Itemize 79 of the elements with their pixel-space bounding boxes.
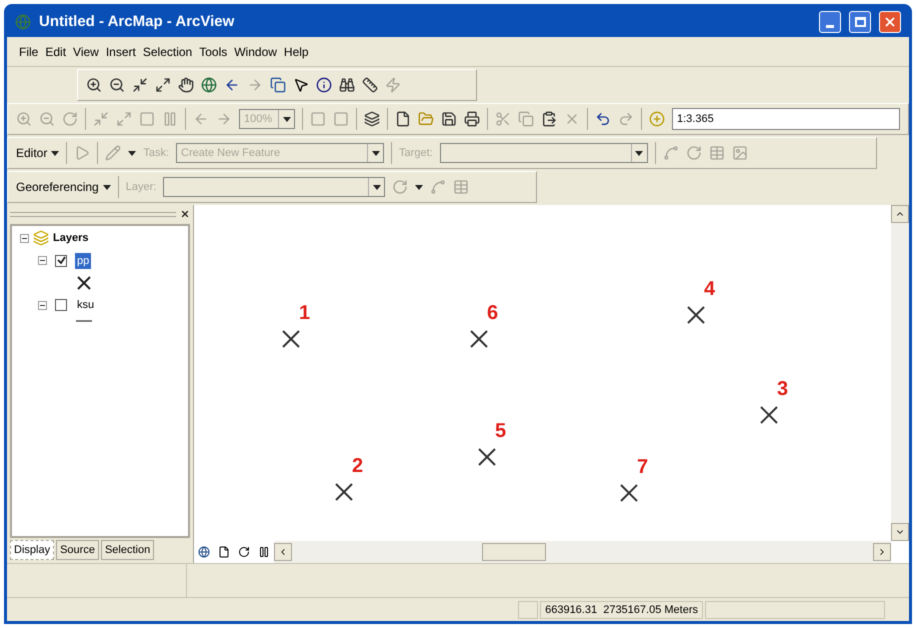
point-label: 5 <box>495 421 506 441</box>
dropdown-arrow-icon <box>51 150 60 156</box>
point-marker-icon <box>619 483 639 503</box>
point-marker-icon <box>686 305 706 325</box>
dropdown-arrow-icon <box>372 184 381 190</box>
scroll-thumb[interactable] <box>482 543 546 561</box>
dropdown-arrow-icon <box>102 184 111 190</box>
menu-item[interactable]: Edit <box>45 42 66 60</box>
dropdown-arrow-icon <box>128 150 136 156</box>
target-label: Target: <box>399 146 433 161</box>
checkbox[interactable] <box>55 299 67 312</box>
dropdown-arrow-icon <box>372 150 380 156</box>
zoom-out-icon[interactable] <box>109 77 125 93</box>
menu-item[interactable]: View <box>73 42 99 60</box>
coordinates-text: 663916.31 2735167.05 Meters <box>540 600 703 618</box>
refresh-icon[interactable] <box>238 546 250 558</box>
close-button[interactable] <box>879 11 901 33</box>
close-icon[interactable] <box>180 209 190 219</box>
point-label: 2 <box>352 456 364 476</box>
status-panel <box>518 600 538 618</box>
horizontal-scrollbar[interactable] <box>274 541 891 563</box>
menu-item[interactable]: Tools <box>199 42 228 60</box>
collapse-icon[interactable] <box>38 256 47 266</box>
maximize-button[interactable] <box>849 11 871 33</box>
dropdown-arrow-icon <box>282 116 290 122</box>
point-marker-icon <box>469 329 489 349</box>
undo-icon[interactable] <box>595 111 611 127</box>
window-title: Untitled - ArcMap - ArcView <box>39 12 236 32</box>
point-symbol-icon <box>76 275 92 291</box>
open-folder-icon[interactable] <box>418 111 434 127</box>
zoom-in-icon[interactable] <box>86 77 102 93</box>
tab[interactable]: Source <box>56 540 99 560</box>
tree-item[interactable]: ksu <box>75 297 96 314</box>
point-marker-icon <box>334 482 354 502</box>
collapse-icon[interactable] <box>20 234 29 243</box>
new-document-icon[interactable] <box>395 111 411 127</box>
point-label: 6 <box>487 303 498 323</box>
tree-item[interactable]: pp <box>75 252 92 269</box>
save-icon[interactable] <box>441 111 457 127</box>
close-icon <box>883 15 897 29</box>
point-marker-icon <box>759 405 779 425</box>
vertical-scrollbar[interactable] <box>891 205 909 541</box>
menu-item[interactable]: File <box>19 42 38 60</box>
menu-item[interactable]: Help <box>284 42 309 60</box>
dropdown-arrow-icon <box>415 184 424 190</box>
point-marker-icon <box>477 447 497 467</box>
print-icon[interactable] <box>464 111 480 127</box>
tab[interactable]: Selection <box>100 540 154 560</box>
measure-icon[interactable] <box>362 77 378 93</box>
find-icon[interactable] <box>339 77 355 93</box>
menu-item[interactable]: Selection <box>142 42 192 60</box>
collapse-icon[interactable] <box>38 300 47 310</box>
point-label: 1 <box>299 303 310 323</box>
tree-item[interactable]: Layers <box>53 230 88 246</box>
scale-field[interactable]: 1:3.365 <box>672 108 900 130</box>
point-marker-icon <box>281 329 301 349</box>
info-icon[interactable] <box>316 77 332 93</box>
layer-label: Layer: <box>126 180 156 195</box>
dropdown-field[interactable] <box>440 143 648 163</box>
pointer-icon[interactable] <box>293 77 309 93</box>
point-label: 4 <box>704 279 716 299</box>
paste-icon[interactable] <box>541 111 557 127</box>
menu-item[interactable]: Insert <box>106 42 136 60</box>
tab[interactable]: Display <box>10 540 54 560</box>
pause-icon[interactable] <box>258 546 270 558</box>
checkbox[interactable] <box>55 254 67 267</box>
menu-item[interactable]: Window <box>234 42 277 60</box>
app-icon <box>15 14 31 30</box>
task-label: Task: <box>143 146 170 161</box>
point-label: 7 <box>637 457 648 477</box>
line-symbol-icon <box>76 320 92 322</box>
dropdown-arrow-icon <box>635 150 644 156</box>
dropdown-field[interactable] <box>163 177 386 197</box>
layers-icon <box>33 230 49 246</box>
minimize-button[interactable] <box>819 11 841 33</box>
pan-icon[interactable] <box>178 77 194 93</box>
point-label: 3 <box>777 379 788 399</box>
editor-menu[interactable]: Editor <box>16 144 60 162</box>
georeferencing-menu[interactable]: Georeferencing <box>16 178 111 196</box>
